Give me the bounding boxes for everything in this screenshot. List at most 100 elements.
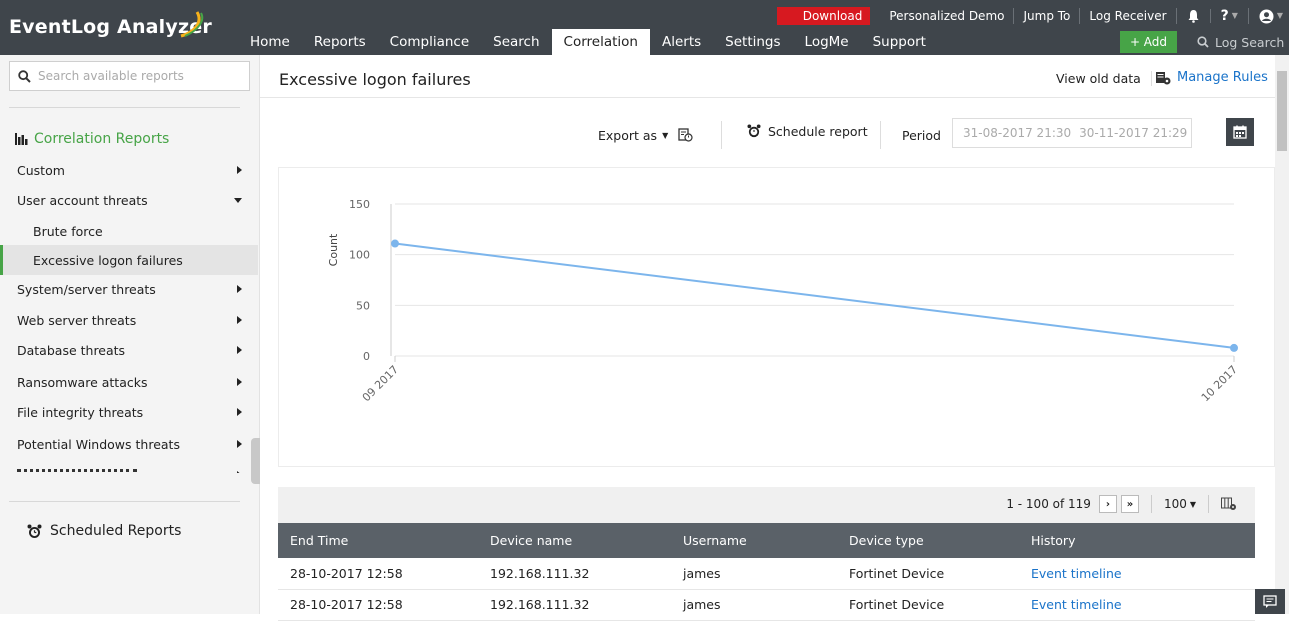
caret-down-icon: ▼ — [662, 130, 669, 140]
next-page-button[interactable]: › — [1098, 495, 1117, 513]
alarm-clock-icon — [27, 524, 42, 538]
data-point — [1230, 343, 1238, 352]
divider — [9, 107, 240, 108]
tab-compliance[interactable]: Compliance — [378, 29, 481, 55]
tab-search[interactable]: Search — [481, 29, 551, 55]
pagination: 1 - 100 of 119 › » 100 ▼ — [1006, 495, 1237, 513]
table-toolbar: 1 - 100 of 119 › » 100 ▼ — [278, 487, 1255, 523]
chevron-right-icon — [237, 316, 242, 324]
cell-end-time: 28-10-2017 12:58 — [278, 558, 478, 590]
col-device-type[interactable]: Device type — [837, 523, 1019, 558]
main-nav: Home Reports Compliance Search Correlati… — [238, 29, 938, 55]
tab-home[interactable]: Home — [238, 29, 302, 55]
column-settings-icon[interactable] — [1221, 497, 1237, 511]
tab-logme[interactable]: LogMe — [793, 29, 861, 55]
calendar-button[interactable] — [1226, 118, 1254, 146]
chart-panel: 0 50 100 150 Count 09 2017 10 2017 — [278, 167, 1275, 467]
y-tick-label: 100 — [349, 249, 370, 262]
sidebar-item-excessive-logon-failures[interactable]: Excessive logon failures — [0, 245, 258, 275]
results-table: End Time Device name Username Device typ… — [278, 523, 1255, 621]
tab-correlation[interactable]: Correlation — [551, 29, 650, 55]
sidebar-item-file-integrity-threats[interactable]: File integrity threats — [0, 397, 258, 427]
scheduled-reports-link[interactable]: Scheduled Reports — [27, 523, 181, 539]
jump-to-link[interactable]: Jump To — [1014, 8, 1081, 24]
tab-settings[interactable]: Settings — [713, 29, 792, 55]
period-date-range-input[interactable]: 31-08-2017 21:30 30-11-2017 21:29 — [952, 118, 1192, 148]
chat-icon — [1263, 594, 1277, 608]
divider — [880, 121, 881, 149]
logo-swoosh-icon — [180, 11, 204, 38]
schedule-report-button[interactable]: Schedule report — [747, 116, 868, 146]
sidebar-item-potential-windows-threats[interactable]: Potential Windows threats — [0, 429, 258, 459]
sidebar-item-cutoff[interactable] — [0, 459, 258, 473]
chat-button[interactable] — [1255, 589, 1285, 614]
page-scrollbar[interactable] — [1275, 55, 1289, 614]
help-icon[interactable]: ? ▼ — [1211, 8, 1249, 24]
sidebar-item-user-account-threats[interactable]: User account threats — [0, 185, 258, 215]
last-page-button[interactable]: » — [1120, 495, 1139, 513]
manage-rules-label: Manage Rules — [1177, 70, 1268, 85]
scheduled-reports-label: Scheduled Reports — [50, 523, 182, 539]
personalized-demo-link[interactable]: Personalized Demo — [880, 8, 1015, 24]
page-size-value: 100 — [1163, 497, 1187, 511]
report-search-input[interactable]: Search available reports — [9, 61, 250, 91]
download-button[interactable]: Download — [776, 7, 871, 25]
log-search-label: Log Search — [1215, 34, 1285, 50]
sidebar-item-brute-force[interactable]: Brute force — [0, 216, 258, 246]
logon-failures-line-chart: 0 50 100 150 Count 09 2017 10 2017 — [327, 198, 1240, 404]
add-button[interactable]: + Add — [1120, 31, 1177, 53]
sidebar-item-label: Excessive logon failures — [33, 252, 183, 268]
sidebar-item-system-server-threats[interactable]: System/server threats — [0, 274, 258, 304]
user-account-icon[interactable]: ▼ — [1249, 8, 1289, 24]
divider — [1208, 495, 1209, 513]
user-caret-icon: ▼ — [1276, 11, 1283, 20]
cell-device-type: Fortinet Device — [837, 558, 1019, 590]
export-as-dropdown[interactable]: Export as ▼ — [598, 120, 668, 150]
x-tick-label: 10 2017 — [1199, 363, 1240, 404]
rules-gear-icon — [1156, 71, 1171, 84]
chevron-down-icon — [234, 197, 242, 203]
sidebar-item-label: Potential Windows threats — [17, 436, 180, 452]
pager-text: 1 - 100 of 119 — [1006, 497, 1091, 511]
manage-rules-link[interactable]: Manage Rules — [1156, 70, 1268, 85]
search-icon — [18, 69, 31, 83]
help-caret-icon: ▼ — [1231, 11, 1238, 20]
calendar-icon — [1233, 125, 1247, 139]
sidebar-collapse-handle[interactable] — [251, 438, 260, 484]
log-search-button[interactable]: Log Search — [1190, 31, 1289, 53]
event-timeline-link[interactable]: Event timeline — [1019, 558, 1255, 590]
cell-device-type: Fortinet Device — [837, 589, 1019, 621]
caret-down-icon: ▼ — [1189, 499, 1196, 509]
view-old-data-link[interactable]: View old data — [1056, 71, 1152, 86]
tab-alerts[interactable]: Alerts — [650, 29, 713, 55]
log-receiver-link[interactable]: Log Receiver — [1080, 8, 1177, 24]
chevron-right-icon — [237, 408, 242, 416]
col-username[interactable]: Username — [671, 523, 837, 558]
sidebar-item-custom[interactable]: Custom — [0, 155, 258, 185]
col-end-time[interactable]: End Time — [278, 523, 478, 558]
y-axis-label: Count — [327, 233, 340, 266]
sidebar-item-ransomware-attacks[interactable]: Ransomware attacks — [0, 367, 258, 397]
sidebar-item-label: User account threats — [17, 192, 148, 208]
col-device-name[interactable]: Device name — [478, 523, 671, 558]
notification-bell-icon[interactable] — [1177, 9, 1211, 23]
sidebar-item-label: Custom — [17, 162, 65, 178]
chevron-right-icon — [237, 166, 242, 174]
export-schedule-icon[interactable] — [678, 120, 693, 150]
page-size-select[interactable]: 100 ▼ — [1164, 497, 1196, 511]
x-tick-label: 09 2017 — [360, 363, 401, 404]
event-timeline-link[interactable]: Event timeline — [1019, 589, 1255, 621]
sidebar-item-database-threats[interactable]: Database threats — [0, 335, 258, 365]
table-header-row: End Time Device name Username Device typ… — [278, 523, 1255, 558]
tab-support[interactable]: Support — [861, 29, 938, 55]
tab-reports[interactable]: Reports — [302, 29, 378, 55]
chevron-right-icon — [237, 346, 242, 354]
app-logo[interactable]: EventLog Analyzer — [9, 8, 212, 46]
utility-bar: Download Personalized Demo Jump To Log R… — [776, 6, 1289, 26]
export-as-label: Export as — [598, 127, 658, 143]
col-history[interactable]: History — [1019, 523, 1255, 558]
scrollbar-thumb[interactable] — [1277, 71, 1287, 151]
cell-device-name: 192.168.111.32 — [478, 558, 671, 590]
sidebar-item-web-server-threats[interactable]: Web server threats — [0, 305, 258, 335]
table-row: 28-10-2017 12:58 192.168.111.32 james Fo… — [278, 558, 1255, 590]
